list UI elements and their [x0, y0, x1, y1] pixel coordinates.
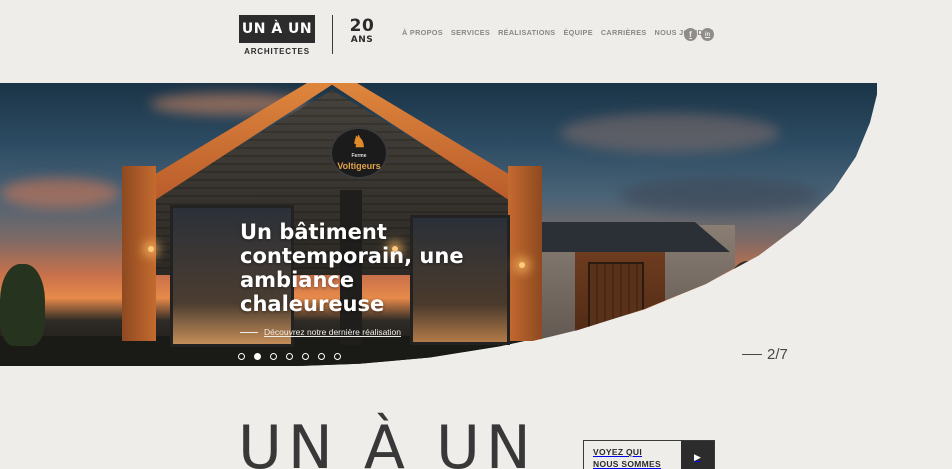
- nav-item-equipe[interactable]: ÉQUIPE: [563, 28, 592, 37]
- hero-link-line: [240, 331, 258, 333]
- play-arrow-icon: ▶: [681, 441, 714, 469]
- logo-mark: UN À UN: [239, 15, 315, 43]
- nav-item-realisations[interactable]: RÉALISATIONS: [498, 28, 555, 37]
- barn-door: [588, 262, 644, 342]
- who-we-are-button[interactable]: VOYEZ QUI NOUS SOMMES ▶: [583, 440, 715, 469]
- hero-link-label: Découvrez notre dernière réalisation: [264, 327, 402, 337]
- slider-dot-4[interactable]: [286, 353, 293, 360]
- logo[interactable]: UN À UN ARCHITECTES: [239, 15, 315, 56]
- facebook-icon[interactable]: f: [684, 28, 697, 41]
- slide-counter: 2/7: [742, 346, 788, 363]
- header-divider: [332, 15, 333, 54]
- slide-counter-text: 2/7: [767, 346, 788, 363]
- hero-title: Un bâtiment contemporain, une ambiance c…: [240, 220, 464, 316]
- nav-item-services[interactable]: SERVICES: [451, 28, 490, 37]
- slider-dots: [238, 353, 341, 360]
- cta-label: VOYEZ QUI NOUS SOMMES: [593, 447, 662, 469]
- anniversary-label: ANS: [350, 35, 374, 45]
- hero-link[interactable]: Découvrez notre dernière réalisation: [240, 327, 401, 337]
- linkedin-icon[interactable]: in: [701, 28, 714, 41]
- nav-item-carrieres[interactable]: CARRIÈRES: [601, 28, 647, 37]
- logo-subtitle: ARCHITECTES: [244, 47, 310, 56]
- main-nav: À PROPOS SERVICES RÉALISATIONS ÉQUIPE CA…: [402, 28, 722, 37]
- slider-dot-5[interactable]: [302, 353, 309, 360]
- rooster-icon: ♞: [351, 134, 367, 151]
- intro-title: UN À UN: [238, 413, 537, 469]
- slider-dot-1[interactable]: [238, 353, 245, 360]
- nav-item-a-propos[interactable]: À PROPOS: [402, 28, 443, 37]
- slider-dot-7[interactable]: [334, 353, 341, 360]
- rooster-logo: ♞ Ferme Voltigeurs: [330, 127, 388, 179]
- anniversary-badge: 20 ANS: [348, 17, 376, 46]
- slider-dot-6[interactable]: [318, 353, 325, 360]
- anniversary-number: 20: [349, 16, 375, 36]
- slider-dot-2[interactable]: [254, 353, 261, 360]
- slider-dot-3[interactable]: [270, 353, 277, 360]
